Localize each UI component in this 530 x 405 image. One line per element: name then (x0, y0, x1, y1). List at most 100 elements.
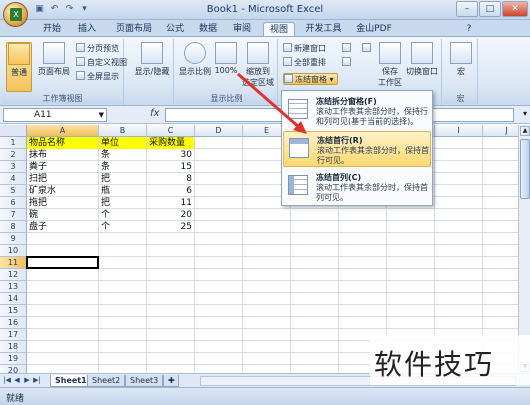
row-header-10[interactable]: 10 (0, 245, 27, 257)
cell-c6[interactable]: 11 (147, 197, 194, 209)
prev-sheet-icon[interactable]: ◀ (13, 376, 21, 384)
last-sheet-icon[interactable]: ▶| (33, 376, 41, 384)
cell-a2[interactable]: 抹布 (27, 149, 98, 161)
cell-a3[interactable]: 粪子 (27, 161, 98, 173)
row-header-8[interactable]: 8 (0, 221, 27, 233)
tab-kingsoft-pdf[interactable]: 金山PDF (350, 22, 398, 37)
tab-view[interactable]: 视图 (263, 22, 295, 37)
row-header-14[interactable]: 14 (0, 293, 27, 305)
row-header-6[interactable]: 6 (0, 197, 27, 209)
cell-c2[interactable]: 30 (147, 149, 194, 161)
sheet-tab-1[interactable]: Sheet1 (50, 375, 92, 387)
cell-c1[interactable]: 采购数量 (147, 137, 194, 149)
zoom-100-button[interactable]: 100% (214, 42, 238, 75)
column-header-d[interactable]: D (195, 125, 243, 137)
row-header-4[interactable]: 4 (0, 173, 27, 185)
cell-b7[interactable]: 个 (99, 209, 146, 221)
select-all-corner[interactable] (0, 125, 27, 137)
freeze-panes-button[interactable]: 冻结窗格 ▾ (283, 73, 338, 85)
cell-b5[interactable]: 瓶 (99, 185, 146, 197)
cell-b4[interactable]: 把 (99, 173, 146, 185)
view-side-by-side-button[interactable] (362, 43, 373, 55)
cell-b1[interactable]: 单位 (99, 137, 146, 149)
show-hide-button[interactable]: 显示/隐藏 (134, 42, 170, 77)
row-header-18[interactable]: 18 (0, 341, 27, 353)
row-header-1[interactable]: 1 (0, 137, 27, 149)
cell-a4[interactable]: 扫把 (27, 173, 98, 185)
row-header-13[interactable]: 13 (0, 281, 27, 293)
split-button[interactable] (342, 43, 353, 55)
menu-freeze-top-row[interactable]: 冻结首行(R) 滚动工作表其余部分时，保持首行可见。 (283, 131, 431, 167)
active-cell-a11[interactable] (26, 256, 99, 269)
row-header-9[interactable]: 9 (0, 233, 27, 245)
column-header-a[interactable]: A (27, 125, 99, 137)
switch-windows-button[interactable]: 切换窗口 (404, 42, 440, 77)
row-header-20[interactable]: 20 (0, 365, 27, 373)
normal-view-button[interactable]: 普通 (6, 42, 32, 92)
cell-c8[interactable]: 25 (147, 221, 194, 233)
cell-b2[interactable]: 条 (99, 149, 146, 161)
cell-b8[interactable]: 个 (99, 221, 146, 233)
insert-function-icon[interactable]: fx (150, 108, 159, 119)
row-header-5[interactable]: 5 (0, 185, 27, 197)
custom-views-button[interactable]: 自定义视图 (76, 57, 127, 69)
office-button[interactable]: X (3, 2, 28, 27)
row-header-7[interactable]: 7 (0, 209, 27, 221)
tab-data[interactable]: 数据 (193, 22, 223, 37)
help-icon[interactable]: ? (462, 22, 476, 37)
save-workspace-button[interactable]: 保存 工作区 (376, 42, 404, 88)
cell-b3[interactable]: 条 (99, 161, 146, 173)
scroll-up-icon[interactable]: ▲ (520, 126, 530, 136)
tab-page-layout[interactable]: 页面布局 (108, 22, 160, 37)
new-window-button[interactable]: 新建窗口 (283, 43, 326, 55)
tab-review[interactable]: 审阅 (227, 22, 257, 37)
chevron-down-icon[interactable]: ▼ (99, 109, 104, 121)
next-sheet-icon[interactable]: ▶ (23, 376, 31, 384)
cell-a1[interactable]: 物品名称 (27, 137, 98, 149)
cell-c3[interactable]: 15 (147, 161, 194, 173)
row-header-15[interactable]: 15 (0, 305, 27, 317)
maximize-button[interactable]: □ (479, 1, 501, 17)
cell-a7[interactable]: 碗 (27, 209, 98, 221)
hide-window-button[interactable] (342, 57, 353, 69)
cell-b6[interactable]: 把 (99, 197, 146, 209)
first-sheet-icon[interactable]: |◀ (3, 376, 11, 384)
arrange-all-button[interactable]: 全部重排 (283, 57, 326, 69)
zoom-button[interactable]: 显示比例 (178, 42, 212, 77)
row-header-17[interactable]: 17 (0, 329, 27, 341)
tab-formulas[interactable]: 公式 (160, 22, 190, 37)
full-screen-button[interactable]: 全屏显示 (76, 71, 119, 83)
insert-sheet-icon[interactable]: ✚ (163, 375, 179, 387)
menu-freeze-first-column[interactable]: 冻结首列(C) 滚动工作表其余部分时，保持首列可见。 (283, 169, 431, 205)
sheet-tab-2[interactable]: Sheet2 (87, 375, 126, 387)
cell-c5[interactable]: 6 (147, 185, 194, 197)
cell-c4[interactable]: 8 (147, 173, 194, 185)
close-button[interactable]: ✕ (502, 1, 528, 17)
sheet-tab-3[interactable]: Sheet3 (125, 375, 164, 387)
row-header-19[interactable]: 19 (0, 353, 27, 365)
name-box[interactable]: A11 ▼ (3, 108, 107, 122)
menu-freeze-panes[interactable]: 冻结拆分窗格(F) 滚动工作表其余部分时，保持行和列可见(基于当前的选择)。 (283, 93, 431, 129)
zoom-to-selection-button[interactable]: 缩放到 选定区域 (240, 42, 276, 88)
column-header-c[interactable]: C (147, 125, 195, 137)
row-header-12[interactable]: 12 (0, 269, 27, 281)
page-break-preview-button[interactable]: 分页预览 (76, 43, 119, 55)
cell-a8[interactable]: 盘子 (27, 221, 98, 233)
expand-formula-bar-icon[interactable]: ▾ (523, 109, 527, 118)
cell-a5[interactable]: 矿泉水 (27, 185, 98, 197)
row-header-2[interactable]: 2 (0, 149, 27, 161)
tab-insert[interactable]: 插入 (72, 22, 102, 37)
row-header-16[interactable]: 16 (0, 317, 27, 329)
tab-home[interactable]: 开始 (37, 22, 67, 37)
macros-button[interactable]: 宏 (447, 42, 475, 77)
scroll-thumb[interactable] (520, 139, 530, 199)
minimize-button[interactable]: – (456, 1, 478, 17)
cell-a6[interactable]: 拖把 (27, 197, 98, 209)
row-header-3[interactable]: 3 (0, 161, 27, 173)
column-header-i[interactable]: I (435, 125, 483, 137)
page-layout-view-button[interactable]: 页面布局 (35, 42, 73, 77)
column-header-j[interactable]: J (483, 125, 518, 137)
tab-developer[interactable]: 开发工具 (301, 22, 346, 37)
row-header-11[interactable]: 11 (0, 257, 27, 269)
cell-c7[interactable]: 20 (147, 209, 194, 221)
